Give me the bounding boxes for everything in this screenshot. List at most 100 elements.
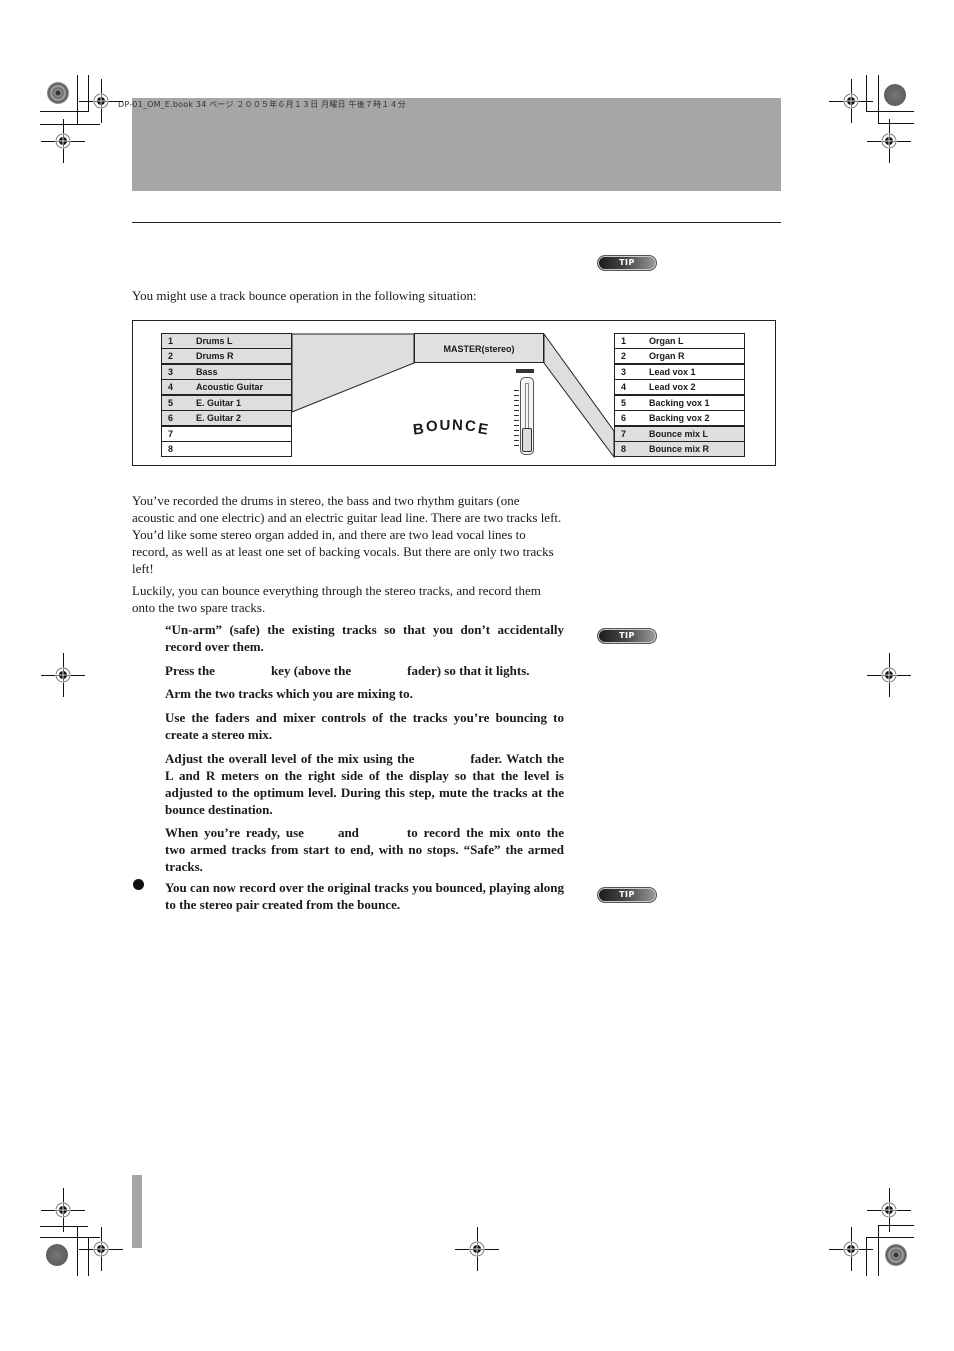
step-7: You can now record over the original tra… bbox=[165, 880, 564, 912]
registration-mark-icon bbox=[55, 667, 71, 683]
book-stamp: DP-01_OM_E.book 34 ページ ２００５年６月１３日 月曜日 午後… bbox=[118, 100, 406, 109]
step-6: When you’re ready, use and to record the m… bbox=[165, 824, 564, 875]
track-row: 8 Bounce mix R bbox=[614, 441, 745, 457]
track-number: 4 bbox=[614, 379, 643, 396]
registration-mark-icon bbox=[93, 1241, 109, 1257]
step-4: Use the faders and mixer controls of the… bbox=[165, 710, 564, 742]
track-number: 1 bbox=[161, 333, 190, 349]
track-row: 6 Backing vox 2 bbox=[614, 410, 745, 427]
track-number: 1 bbox=[614, 333, 643, 349]
dest-track-list: 1 Organ L 2 Organ R 3 Lead vox 1 4 Lead vox 25B… bbox=[614, 333, 745, 457]
bounce-letter: U bbox=[439, 417, 453, 434]
track-row: 3 Bass bbox=[161, 363, 292, 380]
trim-line bbox=[40, 1237, 100, 1238]
trim-line bbox=[866, 75, 867, 112]
track-number: 4 bbox=[161, 379, 190, 396]
trim-line bbox=[866, 1237, 914, 1238]
track-name: Organ L bbox=[643, 333, 745, 349]
track-row: 5 Backing vox 1 bbox=[614, 394, 745, 411]
trim-line bbox=[77, 1226, 78, 1276]
track-name bbox=[190, 441, 292, 457]
track-number: 6 bbox=[614, 410, 643, 427]
track-number: 2 bbox=[614, 348, 643, 365]
source-funnel bbox=[291, 333, 415, 413]
step-1: “Un-arm” (safe) the existing tracks so t… bbox=[165, 622, 564, 654]
fader-body bbox=[514, 377, 534, 455]
track-name: Drums L bbox=[190, 333, 292, 349]
trim-line bbox=[88, 1237, 89, 1276]
track-number: 3 bbox=[614, 363, 643, 380]
track-row: 8 bbox=[161, 441, 292, 457]
bounce-diagram: 1 Drums L 2 Drums R 3 Bass 4 Acoustic Guitar 5 E.… bbox=[132, 320, 776, 466]
color-target-icon bbox=[885, 1244, 907, 1266]
bounce-letter: O bbox=[425, 417, 440, 436]
tip-badge: TIP bbox=[597, 628, 657, 644]
track-name: Organ R bbox=[643, 348, 745, 365]
step-2-text: Press the bbox=[165, 663, 215, 678]
registration-mark-icon bbox=[881, 667, 897, 683]
header-band bbox=[132, 98, 781, 191]
header-rule bbox=[132, 222, 781, 223]
track-row: 1 Drums L bbox=[161, 333, 292, 349]
master-stereo-box: MASTER(stereo) bbox=[414, 333, 544, 363]
track-number: 7 bbox=[614, 425, 643, 442]
trim-line bbox=[88, 75, 89, 112]
registration-mark-icon bbox=[55, 133, 71, 149]
track-number: 5 bbox=[614, 394, 643, 411]
track-number: 3 bbox=[161, 363, 190, 380]
track-name: Bounce mix L bbox=[643, 425, 745, 442]
registration-mark-icon bbox=[881, 133, 897, 149]
track-number: 6 bbox=[161, 410, 190, 427]
registration-mark-icon bbox=[55, 1202, 71, 1218]
track-number: 5 bbox=[161, 394, 190, 411]
step-5-text: Adjust the overall level of the mix usin… bbox=[165, 751, 415, 766]
trim-line bbox=[866, 1237, 867, 1276]
track-name: E. Guitar 2 bbox=[190, 410, 292, 427]
track-row: 4 Acoustic Guitar bbox=[161, 379, 292, 396]
trim-line bbox=[878, 1225, 914, 1226]
track-number: 2 bbox=[161, 348, 190, 365]
track-name: Bounce mix R bbox=[643, 441, 745, 457]
step-2: Press the key (above the fader) so that it… bbox=[165, 662, 564, 679]
bounce-label: BOUNCE bbox=[412, 417, 491, 439]
track-row: 1 Organ L bbox=[614, 333, 745, 349]
fader-knob bbox=[522, 428, 532, 452]
track-row: 5 E. Guitar 1 bbox=[161, 394, 292, 411]
registration-mark-icon bbox=[843, 1241, 859, 1257]
track-row: 4 Lead vox 2 bbox=[614, 379, 745, 396]
trim-line bbox=[878, 1225, 879, 1276]
intro-text: You might use a track bounce operation i… bbox=[132, 288, 477, 303]
track-row: 7 bbox=[161, 425, 292, 442]
track-row: 7 Bounce mix L bbox=[614, 425, 745, 442]
bullet-icon bbox=[133, 879, 144, 890]
track-number: 7 bbox=[161, 425, 190, 442]
track-number: 8 bbox=[161, 441, 190, 457]
paragraph: You’ve recorded the drums in stereo, the… bbox=[132, 493, 562, 576]
tip-badge: TIP bbox=[597, 887, 657, 903]
master-fader-icon bbox=[514, 369, 535, 455]
paragraph: Luckily, you can bounce everything throu… bbox=[132, 583, 541, 615]
registration-mark-icon bbox=[881, 1202, 897, 1218]
step-2-text: key (above the bbox=[270, 663, 352, 678]
step-5: Adjust the overall level of the mix usin… bbox=[165, 750, 564, 818]
track-row: 2 Organ R bbox=[614, 348, 745, 365]
track-name: Backing vox 2 bbox=[643, 410, 745, 427]
bounce-letter: B bbox=[412, 420, 427, 439]
trim-line bbox=[878, 75, 879, 124]
track-name bbox=[190, 425, 292, 442]
track-name: Lead vox 2 bbox=[643, 379, 745, 396]
track-name: Lead vox 1 bbox=[643, 363, 745, 380]
fader-scale bbox=[514, 390, 519, 450]
trim-line bbox=[878, 123, 914, 124]
track-row: 3 Lead vox 1 bbox=[614, 363, 745, 380]
trim-line bbox=[866, 111, 914, 112]
trim-line bbox=[40, 111, 88, 112]
source-track-list: 1 Drums L 2 Drums R 3 Bass 4 Acoustic Guitar 5 E.… bbox=[161, 333, 292, 457]
track-name: Backing vox 1 bbox=[643, 394, 745, 411]
track-name: E. Guitar 1 bbox=[190, 394, 292, 411]
track-row: 6 E. Guitar 2 bbox=[161, 410, 292, 427]
page-side-tab bbox=[132, 1175, 142, 1248]
trim-line bbox=[77, 75, 78, 124]
tip-badge: TIP bbox=[597, 255, 657, 271]
fader-label bbox=[516, 369, 534, 373]
